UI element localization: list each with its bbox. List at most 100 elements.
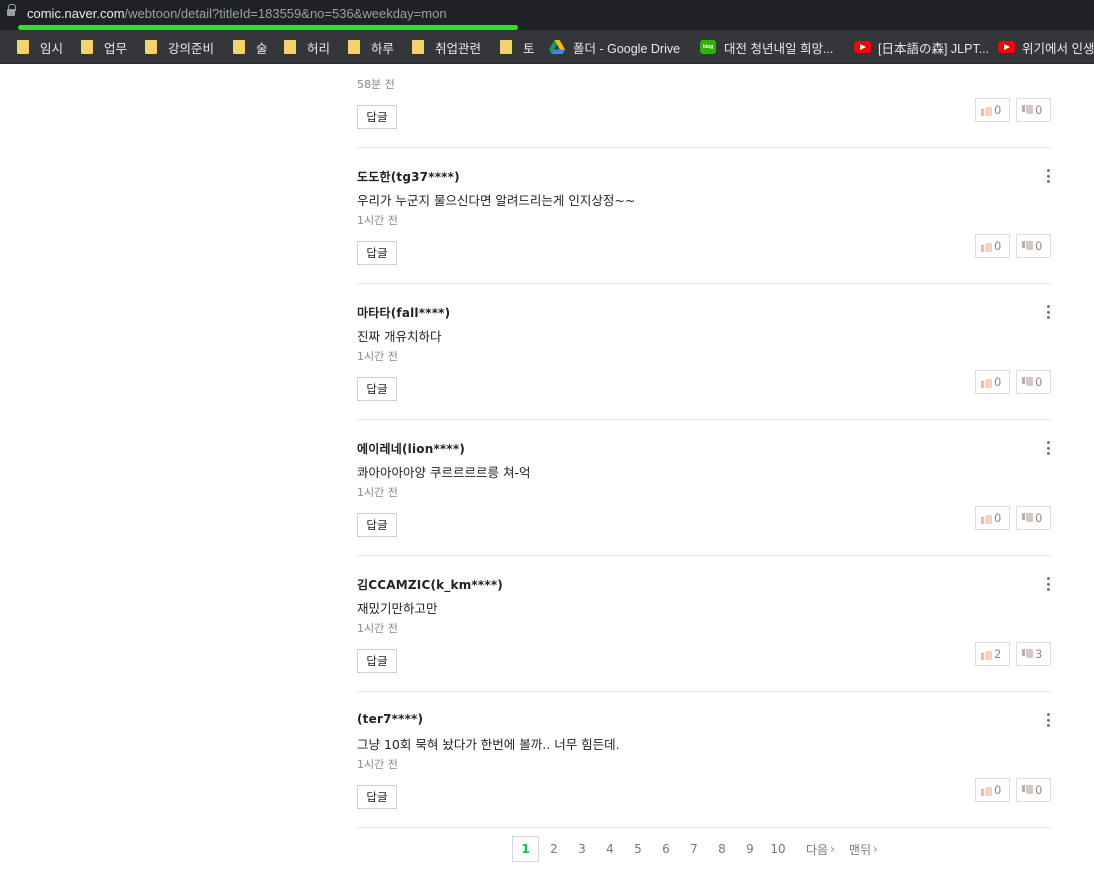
bookmark-folder-허리[interactable]: 허리 (284, 39, 331, 56)
upvote-button[interactable]: 0 (975, 370, 1010, 394)
upvote-count: 0 (994, 239, 1002, 253)
chevron-right-icon: › (830, 842, 835, 856)
thumbs-up-icon (981, 649, 992, 660)
upvote-button[interactable]: 0 (975, 98, 1010, 122)
next-page-button[interactable]: 다음 › (806, 841, 835, 858)
page-link[interactable]: 8 (708, 836, 736, 862)
lock-icon[interactable] (7, 4, 16, 16)
comment-item: 김CCAMZIC(k_km****) 재밌기만하고만 1시간 전 답글 2 3 (357, 556, 1051, 692)
more-options-icon[interactable] (1045, 577, 1051, 591)
pagination: 1 2 3 4 5 6 7 8 9 10 다음 › 맨뒤 › (512, 836, 878, 862)
folder-icon (145, 40, 157, 54)
downvote-button[interactable]: 0 (1016, 98, 1051, 122)
reply-button[interactable]: 답글 (357, 105, 397, 129)
downvote-count: 3 (1035, 647, 1043, 661)
upvote-count: 0 (994, 103, 1002, 117)
comment-item: 마타타(fall****) 진짜 개유치하다 1시간 전 답글 0 0 (357, 284, 1051, 420)
more-options-icon[interactable] (1045, 169, 1051, 183)
upvote-count: 2 (994, 647, 1002, 661)
comment-time: 1시간 전 (357, 622, 398, 635)
downvote-button[interactable]: 0 (1016, 778, 1051, 802)
upvote-count: 0 (994, 783, 1002, 797)
thumbs-up-icon (981, 377, 992, 388)
bookmark-label: 임시 (40, 41, 64, 56)
more-options-icon[interactable] (1045, 305, 1051, 319)
upvote-count: 0 (994, 511, 1002, 525)
thumbs-down-icon (1022, 784, 1033, 796)
bookmark-label: 허리 (307, 41, 331, 56)
reply-button[interactable]: 답글 (357, 513, 397, 537)
thumbs-down-icon (1022, 512, 1033, 524)
comment-item: (ter7****) 그냥 10회 묵혀 놨다가 한번에 볼까.. 너무 힘든데… (357, 692, 1051, 828)
last-page-button[interactable]: 맨뒤 › (849, 841, 878, 858)
downvote-count: 0 (1035, 239, 1043, 253)
downvote-count: 0 (1035, 103, 1043, 117)
comment-text: 콰아아아아양 쿠르르르르릉 쳐-억 (357, 465, 531, 480)
comment-author[interactable]: 에이레네(lion****) (357, 440, 465, 457)
page-link[interactable]: 2 (540, 836, 568, 862)
downvote-button[interactable]: 0 (1016, 370, 1051, 394)
comment-time: 58분 전 (357, 78, 395, 91)
more-options-icon[interactable] (1045, 713, 1051, 727)
more-options-icon[interactable] (1045, 441, 1051, 455)
thumbs-up-icon (981, 241, 992, 252)
comment-text: 진짜 개유치하다 (357, 329, 442, 344)
reply-button[interactable]: 답글 (357, 377, 397, 401)
thumbs-down-icon (1022, 240, 1033, 252)
folder-icon (284, 40, 296, 54)
comment-author[interactable]: 마타타(fall****) (357, 304, 450, 321)
page-link[interactable]: 6 (652, 836, 680, 862)
url-host: comic.naver.com (27, 6, 125, 21)
comment-time: 1시간 전 (357, 758, 398, 771)
comment-time: 1시간 전 (357, 486, 398, 499)
folder-icon (17, 40, 29, 54)
page-link[interactable]: 3 (568, 836, 596, 862)
thumbs-down-icon (1022, 376, 1033, 388)
page-current[interactable]: 1 (512, 836, 539, 862)
thumbs-down-icon (1022, 104, 1033, 116)
folder-icon (81, 40, 93, 54)
upvote-button[interactable]: 2 (975, 642, 1010, 666)
downvote-count: 0 (1035, 783, 1043, 797)
comment-item: 에이레네(lion****) 콰아아아아양 쿠르르르르릉 쳐-억 1시간 전 답… (357, 420, 1051, 556)
bookmark-label: 술 (256, 41, 268, 56)
upvote-count: 0 (994, 375, 1002, 389)
downvote-button[interactable]: 0 (1016, 506, 1051, 530)
reply-button[interactable]: 답글 (357, 649, 397, 673)
upvote-button[interactable]: 0 (975, 778, 1010, 802)
folder-icon (233, 40, 245, 54)
comment-text: 그냥 10회 묵혀 놨다가 한번에 볼까.. 너무 힘든데. (357, 737, 620, 752)
page-link[interactable]: 9 (736, 836, 764, 862)
chevron-right-icon: › (873, 842, 878, 856)
page-link[interactable]: 7 (680, 836, 708, 862)
comment-text: 재밌기만하고만 (357, 601, 438, 616)
page-link[interactable]: 4 (596, 836, 624, 862)
comment-time: 1시간 전 (357, 350, 398, 363)
comment-item: 도도한(tg37****) 우리가 누군지 물으신다면 알려드리는게 인지상정~… (357, 148, 1051, 284)
downvote-button[interactable]: 0 (1016, 234, 1051, 258)
comment-time: 1시간 전 (357, 214, 398, 227)
next-label: 다음 (806, 842, 829, 857)
page-link[interactable]: 10 (764, 836, 792, 862)
bookmark-folder-업무[interactable]: 업무 (81, 39, 128, 56)
comment-item: 58분 전 답글 0 0 (357, 0, 1051, 148)
comment-author[interactable]: (ter7****) (357, 712, 423, 726)
last-label: 맨뒤 (848, 842, 871, 857)
bookmark-folder-임시[interactable]: 임시 (17, 39, 64, 56)
downvote-button[interactable]: 3 (1016, 642, 1051, 666)
upvote-button[interactable]: 0 (975, 506, 1010, 530)
reply-button[interactable]: 답글 (357, 785, 397, 809)
thumbs-down-icon (1022, 648, 1033, 660)
bookmark-label: 강의준비 (168, 41, 215, 56)
upvote-button[interactable]: 0 (975, 234, 1010, 258)
thumbs-up-icon (981, 105, 992, 116)
downvote-count: 0 (1035, 375, 1043, 389)
bookmark-label: 업무 (104, 41, 128, 56)
comment-text: 우리가 누군지 물으신다면 알려드리는게 인지상정~~ (357, 193, 636, 208)
reply-button[interactable]: 답글 (357, 241, 397, 265)
bookmark-folder-강의준비[interactable]: 강의준비 (145, 39, 215, 56)
comment-author[interactable]: 도도한(tg37****) (357, 168, 460, 185)
bookmark-folder-술[interactable]: 술 (233, 39, 268, 56)
page-link[interactable]: 5 (624, 836, 652, 862)
comment-author[interactable]: 김CCAMZIC(k_km****) (357, 576, 503, 593)
